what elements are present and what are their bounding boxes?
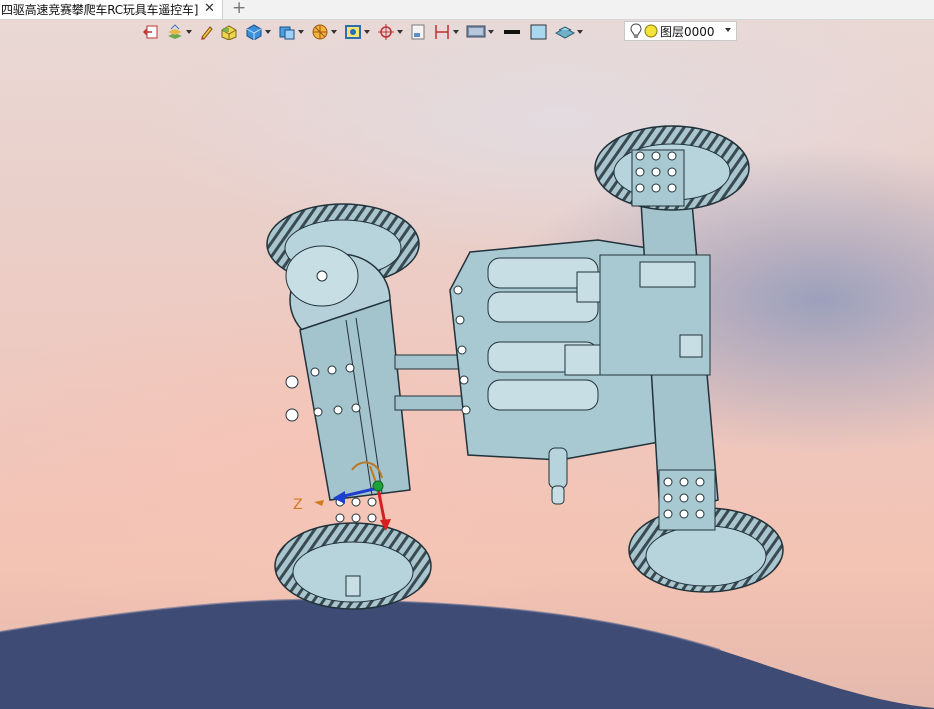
- cube-icon[interactable]: [245, 21, 271, 43]
- bulb-icon[interactable]: [629, 23, 643, 39]
- note-icon[interactable]: [410, 21, 426, 43]
- render-icon[interactable]: [311, 21, 337, 43]
- dimension-icon[interactable]: [433, 21, 459, 43]
- layer-color-icon[interactable]: [644, 24, 658, 38]
- display-icon[interactable]: [466, 21, 494, 43]
- view-cube-icon[interactable]: [278, 21, 304, 43]
- 3d-viewport[interactable]: Z: [0, 0, 934, 709]
- document-tab[interactable]: 四驱高速竞赛攀爬车RC玩具车遥控车] ✕: [0, 0, 223, 19]
- shape-icon[interactable]: [555, 21, 583, 43]
- frame-icon[interactable]: [344, 21, 370, 43]
- layers-icon[interactable]: [166, 21, 192, 43]
- layer-select-value: 图层0000: [660, 24, 715, 39]
- fill-swatch-icon[interactable]: [530, 21, 548, 43]
- tab-bar: 四驱高速竞赛攀爬车RC玩具车遥控车] ✕ +: [0, 0, 934, 20]
- chevron-down-icon[interactable]: [725, 28, 731, 32]
- document-tab-title: 四驱高速竞赛攀爬车RC玩具车遥控车]: [1, 3, 199, 17]
- target-icon[interactable]: [377, 21, 403, 43]
- add-tab-icon[interactable]: +: [232, 0, 246, 18]
- color-swatch-icon[interactable]: [501, 21, 523, 43]
- exit-icon[interactable]: [143, 21, 159, 43]
- pencil-icon[interactable]: [199, 21, 213, 43]
- axis-triad[interactable]: [0, 0, 934, 709]
- view-toolbar: [143, 20, 590, 44]
- layer-select[interactable]: 图层0000: [624, 21, 737, 41]
- axis-z-label: Z: [293, 497, 303, 513]
- close-icon[interactable]: ✕: [204, 1, 215, 16]
- box-icon[interactable]: [220, 21, 238, 43]
